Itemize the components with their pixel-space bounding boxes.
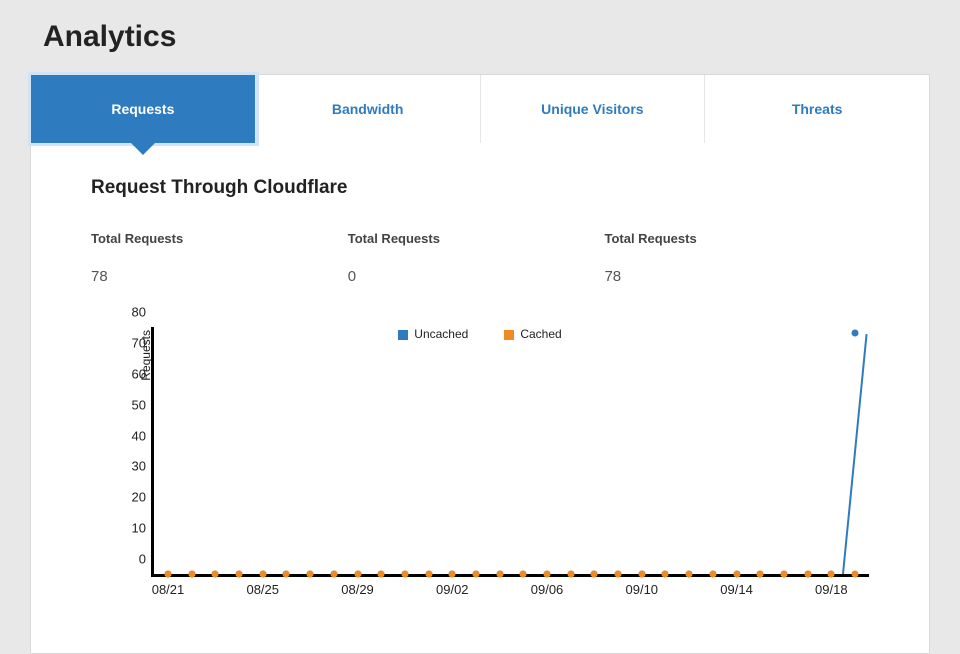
chart: Requests 0102030405060708008/2108/2508/2… <box>91 327 869 627</box>
tab-unique-visitors[interactable]: Unique Visitors <box>481 75 706 143</box>
stat-label: Total Requests <box>348 231 605 246</box>
stat-label: Total Requests <box>604 231 861 246</box>
cached-point <box>212 571 219 578</box>
cached-point <box>804 571 811 578</box>
stat-label: Total Requests <box>91 231 348 246</box>
analytics-card: Requests Bandwidth Unique Visitors Threa… <box>30 74 930 654</box>
stat-value: 78 <box>604 268 861 285</box>
cached-point <box>733 571 740 578</box>
stat-total-requests-1: Total Requests 78 <box>91 231 348 285</box>
cached-point <box>283 571 290 578</box>
cached-point <box>567 571 574 578</box>
uncached-point <box>852 330 859 337</box>
cached-point <box>425 571 432 578</box>
cached-point <box>662 571 669 578</box>
cached-point <box>165 571 172 578</box>
cached-point <box>828 571 835 578</box>
cached-point <box>615 571 622 578</box>
xtick: 09/18 <box>815 582 848 597</box>
tab-label: Unique Visitors <box>541 101 643 117</box>
cached-point <box>520 571 527 578</box>
cached-point <box>686 571 693 578</box>
cached-point <box>591 571 598 578</box>
xtick: 09/10 <box>626 582 659 597</box>
ytick: 40 <box>114 428 146 443</box>
xtick: 08/21 <box>152 582 185 597</box>
cached-point <box>638 571 645 578</box>
xtick: 09/14 <box>720 582 753 597</box>
page-title: Analytics <box>43 20 930 54</box>
ytick: 80 <box>114 305 146 320</box>
cached-point <box>449 571 456 578</box>
cached-point <box>307 571 314 578</box>
ytick: 0 <box>114 552 146 567</box>
cached-point <box>330 571 337 578</box>
ytick: 10 <box>114 521 146 536</box>
cached-point <box>188 571 195 578</box>
ytick: 20 <box>114 490 146 505</box>
tab-bandwidth[interactable]: Bandwidth <box>256 75 481 143</box>
cached-point <box>757 571 764 578</box>
cached-point <box>401 571 408 578</box>
tab-threats[interactable]: Threats <box>705 75 929 143</box>
cached-point <box>852 571 859 578</box>
xtick: 08/29 <box>341 582 374 597</box>
ytick: 60 <box>114 366 146 381</box>
stats-row: Total Requests 78 Total Requests 0 Total… <box>91 231 869 285</box>
cached-point <box>354 571 361 578</box>
cached-point <box>259 571 266 578</box>
cached-point <box>378 571 385 578</box>
cached-point <box>496 571 503 578</box>
uncached-line-segment <box>842 334 868 574</box>
ytick: 50 <box>114 397 146 412</box>
plot-area: 0102030405060708008/2108/2508/2909/0209/… <box>151 327 869 577</box>
cached-point <box>236 571 243 578</box>
xtick: 09/06 <box>531 582 564 597</box>
ytick: 70 <box>114 335 146 350</box>
stat-value: 78 <box>91 268 348 285</box>
tab-label: Requests <box>111 101 174 117</box>
panel: Request Through Cloudflare Total Request… <box>31 143 929 653</box>
tab-label: Threats <box>792 101 843 117</box>
ytick: 30 <box>114 459 146 474</box>
panel-title: Request Through Cloudflare <box>91 177 869 199</box>
cached-point <box>544 571 551 578</box>
tab-requests[interactable]: Requests <box>31 75 256 143</box>
stat-total-requests-3: Total Requests 78 <box>604 231 861 285</box>
tab-label: Bandwidth <box>332 101 404 117</box>
cached-point <box>780 571 787 578</box>
cached-point <box>709 571 716 578</box>
cached-point <box>472 571 479 578</box>
tabs: Requests Bandwidth Unique Visitors Threa… <box>31 75 929 143</box>
xtick: 09/02 <box>436 582 469 597</box>
xtick: 08/25 <box>246 582 279 597</box>
stat-value: 0 <box>348 268 605 285</box>
stat-total-requests-2: Total Requests 0 <box>348 231 605 285</box>
